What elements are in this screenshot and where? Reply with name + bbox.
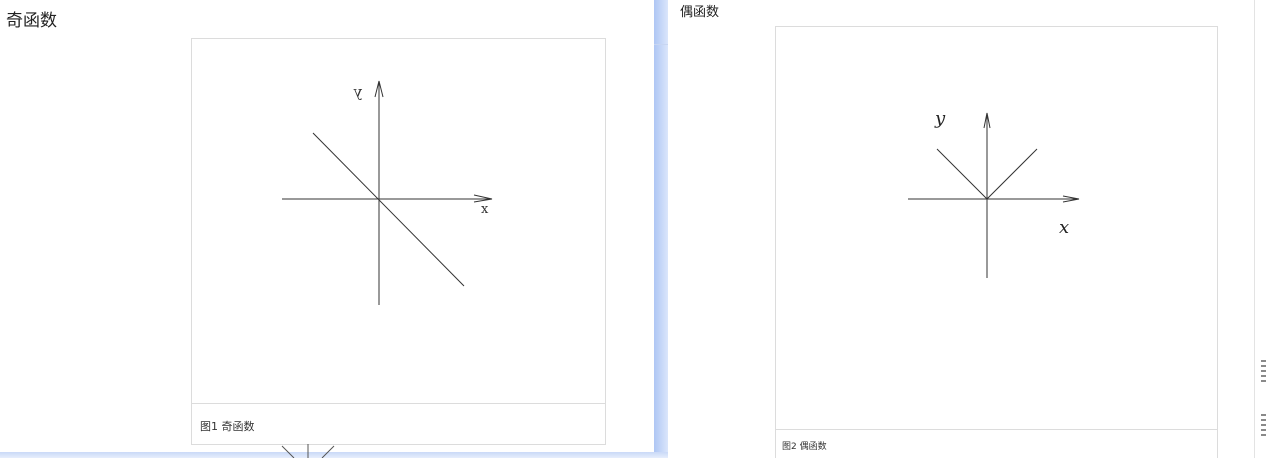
section-title-even-function: 偶函数 <box>680 5 720 20</box>
odd-function-line <box>312 132 465 287</box>
x-axis-label: x <box>1059 217 1069 238</box>
scrollbar-grip[interactable] <box>1261 360 1266 382</box>
figure-odd-function[interactable]: y x 图1 奇函数 <box>191 38 606 445</box>
y-axis-label: y <box>934 108 946 129</box>
x-axis-label: x <box>481 202 489 217</box>
figure-even-function[interactable]: y x 图2 偶函数 <box>775 26 1218 458</box>
panel-divider <box>654 0 668 458</box>
scrollbar-grip-lower[interactable] <box>1261 414 1266 436</box>
next-figure-peek <box>281 444 335 458</box>
section-title-odd-function: 奇函数 <box>6 11 57 31</box>
even-function-left-branch <box>936 148 988 200</box>
y-axis-label: y <box>353 83 363 101</box>
even-function-right-branch <box>986 148 1038 200</box>
odd-function-diagram: y x <box>282 80 493 305</box>
figure-caption: 图1 奇函数 <box>192 403 605 444</box>
scrollbar[interactable] <box>1254 0 1266 458</box>
even-function-diagram: y x <box>908 108 1080 278</box>
figure-caption: 图2 偶函数 <box>776 429 1217 458</box>
